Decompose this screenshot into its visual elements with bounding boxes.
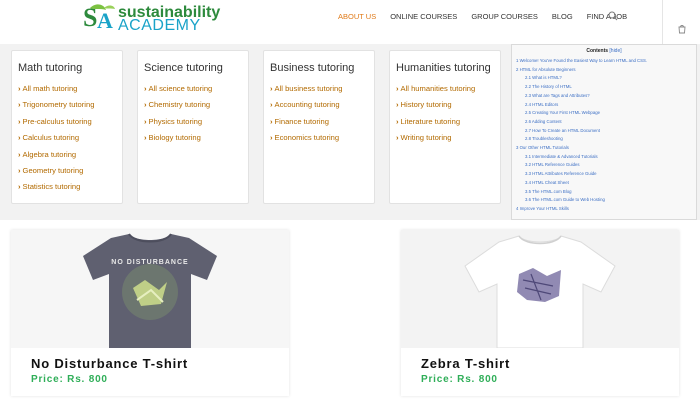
toc-title: Contents: [586, 48, 609, 54]
category-card-math: Math tutoring › All math tutoring › Trigon…: [11, 50, 123, 204]
chevron-right-icon: ›: [396, 84, 399, 93]
toc-item[interactable]: 2.3 What are Tags and Attributes?: [516, 92, 692, 101]
tshirt-print-text: NO DISTURBANCE: [111, 259, 188, 266]
cart-area: [662, 0, 700, 44]
chevron-right-icon: ›: [270, 116, 273, 126]
tshirt-dark-image: NO DISTURBANCE: [11, 230, 289, 348]
toc-header: Contents [hide]: [516, 47, 692, 55]
toc-item[interactable]: 1 Welcome! You've Found the Easiest Way …: [516, 57, 692, 66]
product-name[interactable]: No Disturbance T-shirt: [31, 356, 188, 371]
category-title: Humanities tutoring: [396, 62, 491, 74]
toc-item[interactable]: 3.6 The HTML.com Guide to Web Hosting: [516, 196, 692, 205]
chevron-right-icon: ›: [270, 84, 273, 93]
logo-mark-icon: S A: [83, 3, 115, 33]
chevron-right-icon: ›: [18, 133, 21, 143]
category-title: Math tutoring: [18, 62, 83, 74]
tshirt-white-image: [401, 230, 679, 348]
product-price: Price: Rs. 800: [31, 374, 108, 385]
toc-item[interactable]: 2.2 The History of HTML: [516, 83, 692, 92]
chevron-right-icon: ›: [18, 149, 21, 159]
category-card-humanities: Humanities tutoring › All humanities tuto…: [389, 50, 501, 204]
category-card-business: Business tutoring › All business tutoring…: [263, 50, 375, 204]
category-link[interactable]: › Literature tutoring: [396, 114, 494, 130]
nav-online-courses[interactable]: ONLINE COURSES: [390, 12, 457, 22]
category-link[interactable]: › Chemistry tutoring: [144, 97, 242, 113]
category-link[interactable]: › Statistics tutoring: [18, 179, 116, 195]
category-title: Business tutoring: [270, 62, 355, 74]
product-card[interactable]: NO DISTURBANCE No Disturbance T-shirt Pr…: [11, 230, 289, 396]
toc-item[interactable]: 3.5 The HTML.com Blog: [516, 188, 692, 197]
nav-group-courses[interactable]: GROUP COURSES: [471, 12, 538, 22]
site-logo[interactable]: S A sustainability ACADEMY: [82, 2, 242, 36]
search-icon[interactable]: [608, 11, 618, 21]
chevron-right-icon: ›: [270, 133, 273, 143]
chevron-right-icon: ›: [18, 116, 21, 126]
nav-about-us[interactable]: ABOUT US: [338, 12, 376, 22]
logo-text-secondary: ACADEMY: [118, 17, 201, 34]
product-price: Price: Rs. 800: [421, 374, 498, 385]
toc-item[interactable]: 3.4 HTML Cheat Sheet: [516, 179, 692, 188]
category-link[interactable]: › Accounting tutoring: [270, 97, 368, 113]
product-card[interactable]: Zebra T-shirt Price: Rs. 800: [401, 230, 679, 396]
product-image[interactable]: [401, 230, 679, 348]
category-card-science: Science tutoring › All science tutoring ›…: [137, 50, 249, 204]
toc-item[interactable]: 2.7 How To Create an HTML Document: [516, 127, 692, 136]
chevron-right-icon: ›: [18, 166, 21, 176]
toc-item[interactable]: 2.4 HTML Editors: [516, 101, 692, 110]
toc-item[interactable]: 2 HTML for Absolute Beginners: [516, 66, 692, 75]
nav-find-a-job[interactable]: FIND A JOB: [587, 12, 627, 22]
svg-text:A: A: [97, 8, 113, 33]
site-header: S A sustainability ACADEMY ABOUT US ONLI…: [0, 0, 700, 44]
category-link[interactable]: › Economics tutoring: [270, 130, 368, 146]
category-title: Science tutoring: [144, 62, 223, 74]
chevron-right-icon: ›: [396, 100, 399, 110]
category-link[interactable]: › Geometry tutoring: [18, 163, 116, 179]
table-of-contents: Contents [hide] 1 Welcome! You've Found …: [511, 44, 697, 220]
toc-item[interactable]: 3 Our Other HTML Tutorials: [516, 144, 692, 153]
toc-item[interactable]: 4 Improve Your HTML Skills: [516, 205, 692, 214]
category-link[interactable]: › Trigonometry tutoring: [18, 97, 116, 113]
product-name[interactable]: Zebra T-shirt: [421, 356, 510, 371]
chevron-right-icon: ›: [18, 100, 21, 110]
category-link[interactable]: › All humanities tutoring: [396, 81, 494, 97]
category-link[interactable]: › Algebra tutoring: [18, 147, 116, 163]
category-link[interactable]: › Writing tutoring: [396, 130, 494, 146]
toc-item[interactable]: 2.5 Creating Your First HTML Webpage: [516, 109, 692, 118]
toc-item[interactable]: 3.1 Intermediate & Advanced Tutorials: [516, 153, 692, 162]
category-link[interactable]: › All science tutoring: [144, 81, 242, 97]
chevron-right-icon: ›: [18, 84, 21, 93]
toc-hide-toggle[interactable]: [hide]: [609, 48, 621, 54]
chevron-right-icon: ›: [144, 84, 147, 93]
category-link[interactable]: › All business tutoring: [270, 81, 368, 97]
chevron-right-icon: ›: [144, 100, 147, 110]
category-link[interactable]: › Physics tutoring: [144, 114, 242, 130]
toc-item[interactable]: 2.6 Adding Content: [516, 118, 692, 127]
chevron-right-icon: ›: [396, 116, 399, 126]
chevron-right-icon: ›: [18, 182, 21, 192]
main-nav: ABOUT US ONLINE COURSES GROUP COURSES BL…: [338, 12, 641, 22]
toc-item[interactable]: 3.3 HTML Attributes Reference Guide: [516, 170, 692, 179]
chevron-right-icon: ›: [270, 100, 273, 110]
category-link[interactable]: › Finance tutoring: [270, 114, 368, 130]
category-link[interactable]: › Biology tutoring: [144, 130, 242, 146]
category-link[interactable]: › All math tutoring: [18, 81, 116, 97]
product-image[interactable]: NO DISTURBANCE: [11, 230, 289, 348]
cart-icon[interactable]: [677, 24, 687, 34]
chevron-right-icon: ›: [396, 133, 399, 143]
category-link[interactable]: › Calculus tutoring: [18, 130, 116, 146]
category-link[interactable]: › Pre-calculus tutoring: [18, 114, 116, 130]
toc-item[interactable]: 2.1 What is HTML?: [516, 74, 692, 83]
chevron-right-icon: ›: [144, 133, 147, 143]
toc-item[interactable]: 3.2 HTML Reference Guides: [516, 161, 692, 170]
toc-item[interactable]: 2.8 Troubleshooting: [516, 135, 692, 144]
category-link[interactable]: › History tutoring: [396, 97, 494, 113]
nav-blog[interactable]: BLOG: [552, 12, 573, 22]
chevron-right-icon: ›: [144, 116, 147, 126]
